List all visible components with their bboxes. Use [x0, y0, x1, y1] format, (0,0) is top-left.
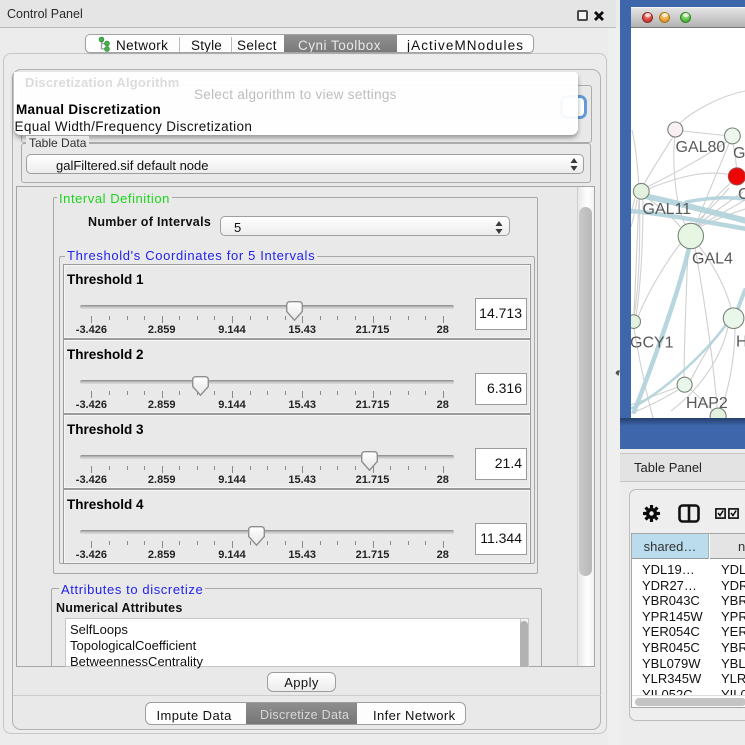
svg-text:C: C — [738, 186, 745, 203]
svg-text:GAL11: GAL11 — [643, 201, 692, 218]
svg-text:HAP2: HAP2 — [686, 395, 728, 412]
svg-text:GAL4: GAL4 — [692, 251, 733, 268]
svg-text:GCY1: GCY1 — [631, 335, 674, 352]
svg-text:G.: G. — [733, 145, 745, 162]
svg-text:GAL80: GAL80 — [676, 139, 726, 156]
svg-text:H: H — [736, 334, 745, 351]
